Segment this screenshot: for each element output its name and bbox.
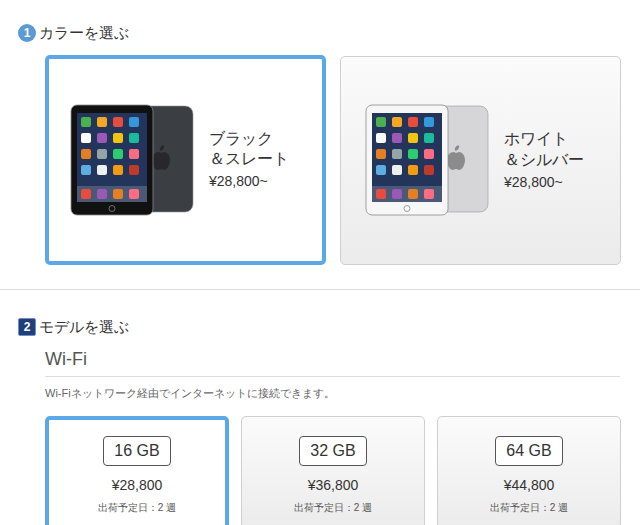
ipad-mini-icon	[364, 100, 494, 220]
color-option-card[interactable]: ブラック＆スレート ¥28,800~	[45, 55, 326, 265]
shipping-info: 出荷予定日：2 週	[294, 500, 372, 515]
color-name-line: ホワイト	[504, 129, 584, 150]
color-price: ¥28,800~	[504, 173, 584, 191]
color-option-card[interactable]: ホワイト＆シルバー ¥28,800~	[340, 56, 621, 265]
capacity-label: 64 GB	[495, 436, 562, 466]
color-name-line: ブラック	[209, 129, 289, 150]
model-option-card[interactable]: 16 GB ¥28,800 出荷予定日：2 週	[45, 416, 229, 525]
color-price: ¥28,800~	[209, 172, 289, 190]
section-description: Wi-Fiネットワーク経由でインターネットに接続できます。	[45, 385, 640, 402]
section-title: Wi-Fi	[45, 346, 620, 377]
color-step: 1カラーを選ぶブラック＆スレート ¥28,800~ ホワイト＆シルバー ¥28,800…	[0, 22, 640, 265]
step-header: 2モデルを選ぶ	[0, 316, 640, 339]
color-name-line: ＆シルバー	[504, 150, 584, 171]
model-option-card[interactable]: 64 GB ¥44,800 出荷予定日：2 週	[437, 416, 621, 525]
color-option-label: ホワイト＆シルバー ¥28,800~	[504, 129, 584, 191]
step-title: モデルを選ぶ	[39, 316, 129, 339]
model-price: ¥36,800	[308, 475, 359, 496]
step-number-badge: 1	[18, 24, 36, 42]
step-number-badge: 2	[18, 318, 36, 336]
section-divider	[0, 289, 640, 290]
color-options: ブラック＆スレート ¥28,800~ ホワイト＆シルバー ¥28,800~	[0, 55, 640, 265]
model-price: ¥28,800	[112, 475, 163, 496]
model-option-card[interactable]: 32 GB ¥36,800 出荷予定日：2 週	[241, 416, 425, 525]
model-options: 16 GB ¥28,800 出荷予定日：2 週 32 GB ¥36,800 出荷予定日：2…	[0, 416, 640, 525]
ipad-mini-icon	[69, 100, 199, 220]
shipping-info: 出荷予定日：2 週	[490, 500, 568, 515]
capacity-label: 16 GB	[103, 436, 170, 466]
model-price: ¥44,800	[504, 475, 555, 496]
color-option-label: ブラック＆スレート ¥28,800~	[209, 129, 289, 191]
model-step: 2モデルを選ぶ Wi-Fi Wi-Fiネットワーク経由でインターネットに接続できます…	[0, 316, 640, 525]
step-title: カラーを選ぶ	[39, 22, 129, 45]
capacity-label: 32 GB	[299, 436, 366, 466]
step-header: 1カラーを選ぶ	[0, 22, 640, 45]
shipping-info: 出荷予定日：2 週	[98, 500, 176, 515]
color-name-line: ＆スレート	[209, 149, 289, 170]
